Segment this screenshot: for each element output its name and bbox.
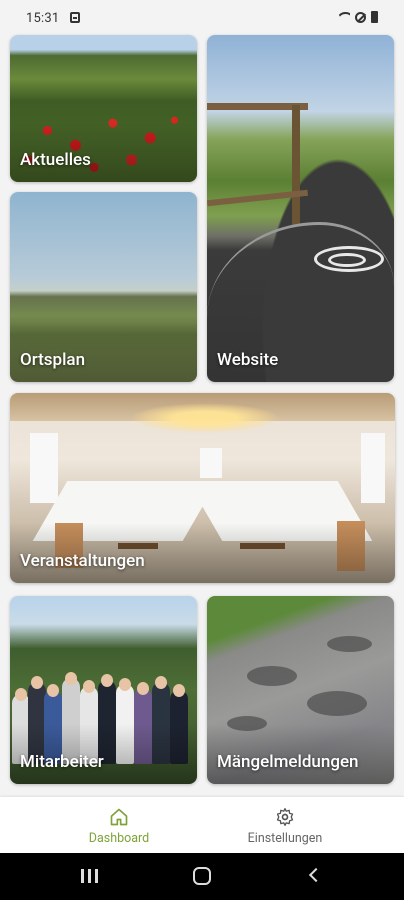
tile-label-aktuelles: Aktuelles [20, 150, 91, 170]
recents-button[interactable] [60, 853, 120, 900]
wifi-icon [337, 12, 350, 23]
photo-detail [307, 691, 367, 716]
gear-icon [276, 808, 294, 826]
tile-label-ortsplan: Ortsplan [20, 350, 86, 370]
nav-item-einstellungen[interactable]: Einstellungen [184, 797, 386, 853]
photo-detail [137, 682, 149, 695]
photo-detail [200, 448, 222, 478]
recents-icon [81, 869, 84, 883]
tile-label-maengelmeldungen: Mängelmeldungen [217, 752, 359, 772]
notification-icon [70, 12, 80, 23]
status-icons [337, 11, 378, 23]
recents-icon [95, 869, 98, 883]
photo-detail [173, 684, 185, 697]
photo-detail [65, 672, 77, 685]
tile-mitarbeiter[interactable]: Mitarbeiter [10, 596, 197, 784]
photo-detail [31, 676, 43, 689]
tile-veranstaltungen[interactable]: Veranstaltungen [10, 393, 395, 583]
tile-label-website: Website [217, 350, 279, 370]
bottom-navigation: Dashboard Einstellungen [0, 797, 404, 853]
photo-detail [101, 674, 113, 687]
tile-maengelmeldungen[interactable]: Mängelmeldungen [207, 596, 394, 784]
photo-detail [83, 680, 95, 693]
home-circle-icon [193, 867, 211, 885]
tile-label-veranstaltungen: Veranstaltungen [20, 551, 145, 571]
back-arrow-icon [308, 867, 324, 883]
photo-detail [15, 688, 27, 701]
photo-detail [30, 433, 58, 503]
photo-detail [130, 403, 280, 433]
tile-aktuelles[interactable]: Aktuelles [10, 35, 197, 182]
photo-detail [47, 684, 59, 697]
photo-detail [327, 636, 372, 652]
status-time: 15:31 [26, 11, 60, 26]
status-bar: 15:31 [0, 0, 404, 36]
system-navigation-bar [0, 853, 404, 900]
home-icon [110, 808, 128, 826]
home-button[interactable] [172, 853, 232, 900]
photo-detail [119, 678, 131, 691]
tile-label-mitarbeiter: Mitarbeiter [20, 752, 104, 772]
tile-website[interactable]: Website [207, 35, 394, 382]
photo-detail [361, 433, 385, 503]
photo-detail [328, 253, 366, 267]
tile-ortsplan[interactable]: Ortsplan [10, 192, 197, 382]
do-not-disturb-icon [355, 11, 366, 23]
photo-detail [292, 105, 300, 225]
recents-icon [88, 869, 91, 883]
back-button[interactable] [286, 853, 346, 900]
photo-detail [247, 666, 297, 686]
photo-detail [155, 676, 167, 689]
nav-label-einstellungen: Einstellungen [247, 831, 323, 846]
battery-icon [371, 11, 378, 23]
